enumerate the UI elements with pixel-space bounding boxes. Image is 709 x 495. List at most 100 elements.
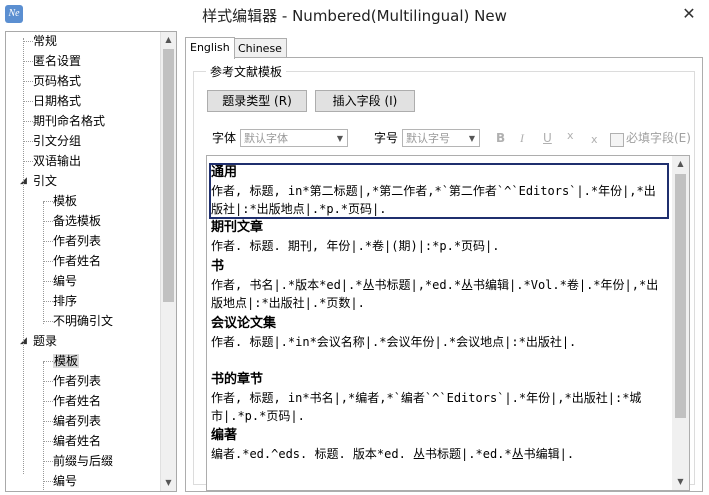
- window-title: 样式编辑器 - Numbered(Multilingual) New: [202, 7, 507, 25]
- tree-item-label: 页码格式: [33, 74, 82, 88]
- scroll-down-icon[interactable]: ▼: [161, 475, 176, 491]
- template-title: 会议论文集: [211, 316, 277, 331]
- subscript-button[interactable]: x: [591, 130, 598, 150]
- tree-item[interactable]: 备选模板: [53, 211, 101, 231]
- tree-item-label: 引文分组: [33, 134, 82, 148]
- tree-item-label: 不明确引文: [53, 314, 114, 328]
- tree-item-label: 题录: [33, 334, 58, 348]
- template-body[interactable]: 作者, 标题, in*第二标题|,*第二作者,*`第二作者`^`Editors`…: [211, 182, 667, 218]
- scroll-up-icon[interactable]: ▲: [161, 32, 176, 48]
- tree-item-label: 作者列表: [53, 374, 102, 388]
- tree-connector: [43, 281, 53, 282]
- tree-item[interactable]: 双语输出: [33, 151, 81, 171]
- tree-connector: [43, 301, 53, 302]
- tree-scroll-thumb[interactable]: [163, 49, 174, 302]
- tree-item[interactable]: 作者列表: [53, 371, 101, 391]
- tree-item-label: 编者列表: [53, 414, 102, 428]
- tree-item[interactable]: 模板: [53, 191, 77, 211]
- tree-item[interactable]: 引文: [33, 171, 57, 191]
- tree-item-label: 作者姓名: [53, 394, 102, 408]
- tree-item[interactable]: 不明确引文: [53, 311, 113, 331]
- tree-connector: [43, 202, 44, 324]
- tree-item[interactable]: 作者姓名: [53, 251, 101, 271]
- scroll-down-icon[interactable]: ▼: [672, 474, 689, 490]
- template-body[interactable]: 作者, 书名|.*版本*ed|.*丛书标题|,*ed.*丛书编辑|.*Vol.*…: [211, 276, 667, 312]
- tree-item[interactable]: 题录: [33, 331, 57, 351]
- tab-english[interactable]: English: [185, 37, 235, 59]
- template-editor[interactable]: 通用作者, 标题, in*第二标题|,*第二作者,*`第二作者`^`Editor…: [206, 155, 690, 491]
- tree-item[interactable]: 编者姓名: [53, 431, 101, 451]
- tree-item-label: 排序: [53, 294, 78, 308]
- template-section[interactable]: 会议论文集作者. 标题|.*in*会议名称|.*会议年份|.*会议地点|:*出版…: [211, 315, 667, 351]
- tree-connector: [23, 141, 33, 142]
- group-label: 参考文献模板: [206, 63, 287, 80]
- tree-item[interactable]: 作者列表: [53, 231, 101, 251]
- tree-item-label: 匿名设置: [33, 54, 82, 68]
- size-label: 字号: [374, 131, 399, 145]
- tree-item-label: 作者列表: [53, 234, 102, 248]
- tree-item[interactable]: 编者列表: [53, 411, 101, 431]
- tree-item[interactable]: 引文分组: [33, 131, 81, 151]
- tree-scrollbar[interactable]: ▲ ▼: [160, 32, 176, 491]
- tree-connector: [43, 361, 53, 362]
- tree-connector: [43, 381, 53, 382]
- close-icon[interactable]: ✕: [679, 4, 699, 24]
- tree-item[interactable]: 排序: [53, 291, 77, 311]
- underline-button[interactable]: U: [543, 128, 552, 148]
- editor-content[interactable]: 通用作者, 标题, in*第二标题|,*第二作者,*`第二作者`^`Editor…: [207, 156, 671, 490]
- template-body[interactable]: 编者.*ed.^eds. 标题. 版本*ed. 丛书标题|.*ed.*丛书编辑|…: [211, 445, 667, 463]
- tree-connector: [23, 38, 24, 474]
- required-field-checkbox[interactable]: [610, 133, 624, 147]
- tree-item[interactable]: 编号: [53, 271, 77, 291]
- template-section[interactable]: 通用作者, 标题, in*第二标题|,*第二作者,*`第二作者`^`Editor…: [211, 164, 667, 218]
- tree-item-label: 编号: [53, 274, 78, 288]
- template-body[interactable]: 作者. 标题|.*in*会议名称|.*会议年份|.*会议地点|:*出版社|.: [211, 333, 667, 351]
- superscript-button[interactable]: x: [567, 126, 574, 146]
- tree-connector: [23, 41, 33, 42]
- editor-scroll-thumb[interactable]: [675, 174, 686, 418]
- expand-toggle-icon[interactable]: ◢: [20, 171, 29, 191]
- tree-item[interactable]: 前缀与后缀: [53, 451, 113, 471]
- template-body[interactable]: 作者. 标题. 期刊, 年份|.*卷|(期)|:*p.*页码|.: [211, 237, 667, 255]
- expand-toggle-icon[interactable]: ◢: [20, 331, 29, 351]
- font-label: 字体: [212, 131, 237, 145]
- tab-chinese[interactable]: Chinese: [233, 38, 287, 58]
- tree-item-label: 引文: [33, 174, 58, 188]
- tree-connector: [23, 161, 33, 162]
- template-section[interactable]: 书的章节作者, 标题, in*书名|,*编者,*`编者`^`Editors`|.…: [211, 371, 667, 425]
- tree-item-label: 模板: [53, 194, 78, 208]
- tree-item-label: 期刊命名格式: [33, 114, 106, 128]
- chevron-down-icon: ▼: [468, 134, 475, 143]
- tree-item[interactable]: 页码格式: [33, 71, 81, 91]
- tree-item[interactable]: 作者姓名: [53, 391, 101, 411]
- tree-connector: [43, 481, 53, 482]
- editor-scrollbar[interactable]: ▲ ▼: [672, 156, 689, 490]
- tree-item[interactable]: 期刊命名格式: [33, 111, 105, 131]
- scroll-up-icon[interactable]: ▲: [672, 156, 689, 172]
- tree-item[interactable]: 日期格式: [33, 91, 81, 111]
- template-section[interactable]: 编著 编者.*ed.^eds. 标题. 版本*ed. 丛书标题|.*ed.*丛书编…: [211, 427, 667, 463]
- italic-button[interactable]: I: [520, 128, 524, 148]
- template-section[interactable]: 期刊文章 作者. 标题. 期刊, 年份|.*卷|(期)|:*p.*页码|.: [211, 219, 667, 255]
- tree-item[interactable]: 编号: [53, 471, 77, 491]
- tree-connector: [43, 221, 53, 222]
- template-section[interactable]: 书作者, 书名|.*版本*ed|.*丛书标题|,*ed.*丛书编辑|.*Vol.…: [211, 258, 667, 312]
- tree-item[interactable]: 常规: [33, 32, 57, 51]
- template-body[interactable]: 作者, 标题, in*书名|,*编者,*`编者`^`Editors`|.*年份|…: [211, 389, 667, 425]
- tree-item-label: 编者姓名: [53, 434, 102, 448]
- size-select[interactable]: 默认字号 ▼: [402, 129, 480, 147]
- tree-connector: [43, 461, 53, 462]
- title-bar: Ne 样式编辑器 - Numbered(Multilingual) New ✕: [0, 0, 709, 30]
- tree-connector: [23, 121, 33, 122]
- insert-field-button[interactable]: 插入字段 (I): [315, 90, 415, 112]
- template-title: 书的章节: [211, 372, 264, 387]
- tree-item[interactable]: 模板: [53, 351, 80, 371]
- tree-item[interactable]: 匿名设置: [33, 51, 81, 71]
- tree-item-label: 双语输出: [33, 154, 82, 168]
- font-select[interactable]: 默认字体 ▼: [240, 129, 348, 147]
- tree-connector: [43, 362, 44, 491]
- template-title: 通用: [211, 165, 238, 180]
- bold-button[interactable]: B: [496, 128, 505, 148]
- reference-type-button[interactable]: 题录类型 (R): [207, 90, 307, 112]
- tree-item-label: 编号: [53, 474, 78, 488]
